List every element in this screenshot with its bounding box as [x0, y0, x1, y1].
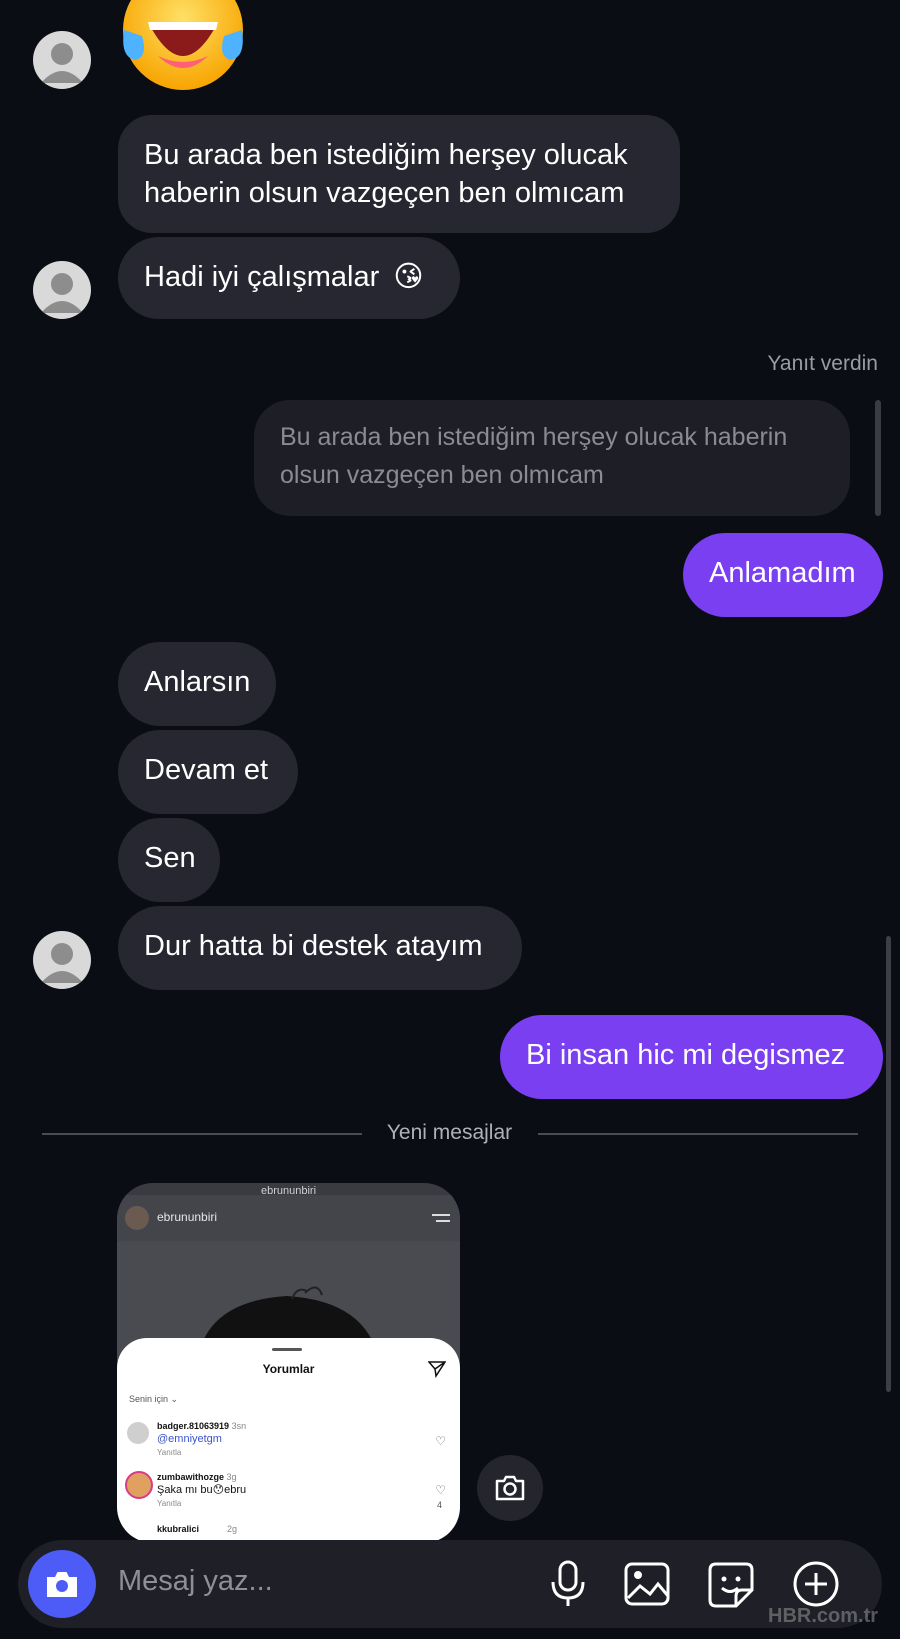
comment-user: kkubralici	[157, 1524, 200, 1534]
heart-icon: ♡	[435, 1483, 446, 1497]
message-text: Bi insan hic mi degismez	[526, 1039, 846, 1071]
gallery-icon[interactable]	[624, 1562, 670, 1611]
heart-icon: ♡	[435, 1434, 446, 1448]
chevron-down-icon: ⌄	[170, 1394, 179, 1404]
avatar[interactable]	[33, 31, 91, 89]
reply-label: Yanıt verdin	[767, 352, 878, 375]
outgoing-message[interactable]: Bi insan hic mi degismez	[500, 1015, 883, 1099]
comment-reply: Yanıtla	[157, 1499, 182, 1508]
comment-time: 2g	[227, 1524, 238, 1534]
avatar[interactable]	[33, 261, 91, 319]
kiss-emoji: 😘	[393, 261, 424, 293]
comment: badger.81063919 3sn @emniyetgm Yanıtla	[157, 1420, 246, 1459]
comment-avatar	[127, 1422, 149, 1444]
message-text: Anlarsın	[144, 666, 251, 698]
camera-icon	[47, 1572, 77, 1597]
comment-time: 3g	[226, 1472, 237, 1482]
post-username: ebrununbiri	[157, 1210, 218, 1224]
message-input[interactable]: Mesaj yaz...	[118, 1565, 273, 1598]
camera-button[interactable]	[477, 1455, 543, 1521]
sheet-handle	[272, 1348, 302, 1351]
post-avatar	[125, 1206, 149, 1230]
comment-avatar	[125, 1471, 153, 1499]
comment-user: badger.81063919	[157, 1421, 230, 1431]
post-header: ebrununbiri	[117, 1195, 460, 1241]
outgoing-message[interactable]: Anlamadım	[683, 533, 883, 617]
message-text: Devam et	[144, 754, 269, 786]
comments-sheet[interactable]: Yorumlar Senin için ⌄ badger.81063919 3s…	[117, 1338, 460, 1543]
avatar[interactable]	[33, 931, 91, 989]
message-text: Bu arada ben istediğim herşey olucak hab…	[144, 139, 628, 209]
new-messages-label: Yeni mesajlar	[386, 1121, 513, 1144]
menu-icon	[432, 1211, 450, 1229]
comment: zumbawithozge 3g Şaka mı bu😯ebru Yanıtla	[157, 1471, 246, 1510]
send-icon	[427, 1360, 447, 1383]
reply-bar	[875, 400, 881, 516]
watermark: HBR.com.tr	[768, 1605, 879, 1627]
comment-text: Şaka mı bu😯ebru	[157, 1484, 247, 1496]
incoming-message[interactable]: Dur hatta bi destek atayım	[118, 906, 522, 990]
like-count: 4	[436, 1500, 442, 1510]
incoming-message[interactable]: Anlarsın	[118, 642, 276, 726]
incoming-message[interactable]: Sen	[118, 818, 220, 902]
incoming-message[interactable]: Hadi iyi çalışmalar 😘	[118, 237, 460, 319]
laughing-emoji	[120, 0, 246, 96]
message-text: Sen	[144, 842, 196, 874]
scrollbar[interactable]	[886, 936, 891, 1392]
quoted-text: Bu arada ben istediğim herşey olucak hab…	[280, 423, 788, 489]
message-text: Dur hatta bi destek atayım	[144, 930, 483, 962]
comment-text: @emniyetgm	[157, 1433, 222, 1445]
incoming-message[interactable]: Bu arada ben istediğim herşey olucak hab…	[118, 115, 680, 233]
filter-label: Senin için	[129, 1394, 169, 1404]
comments-title: Yorumlar	[262, 1362, 315, 1376]
mic-icon[interactable]	[548, 1560, 588, 1613]
sticker-icon[interactable]	[708, 1562, 754, 1613]
incoming-message[interactable]: Devam et	[118, 730, 298, 814]
divider-line	[42, 1133, 362, 1135]
message-text: Hadi iyi çalışmalar	[144, 261, 380, 293]
message-composer[interactable]: Mesaj yaz...	[18, 1540, 882, 1628]
quoted-message[interactable]: Bu arada ben istediğim herşey olucak hab…	[254, 400, 850, 516]
comment-time: 3sn	[231, 1421, 247, 1431]
comment-reply: Yanıtla	[157, 1448, 182, 1457]
camera-button[interactable]	[28, 1550, 96, 1618]
divider-line	[538, 1133, 858, 1135]
shared-post[interactable]: ebrununbiri ebrununbiri Yorumlar Senin i…	[117, 1183, 460, 1543]
message-text: Anlamadım	[709, 557, 856, 589]
comments-filter[interactable]: Senin için ⌄	[129, 1394, 178, 1405]
camera-icon	[495, 1475, 525, 1501]
comment-user: zumbawithozge	[157, 1472, 224, 1482]
